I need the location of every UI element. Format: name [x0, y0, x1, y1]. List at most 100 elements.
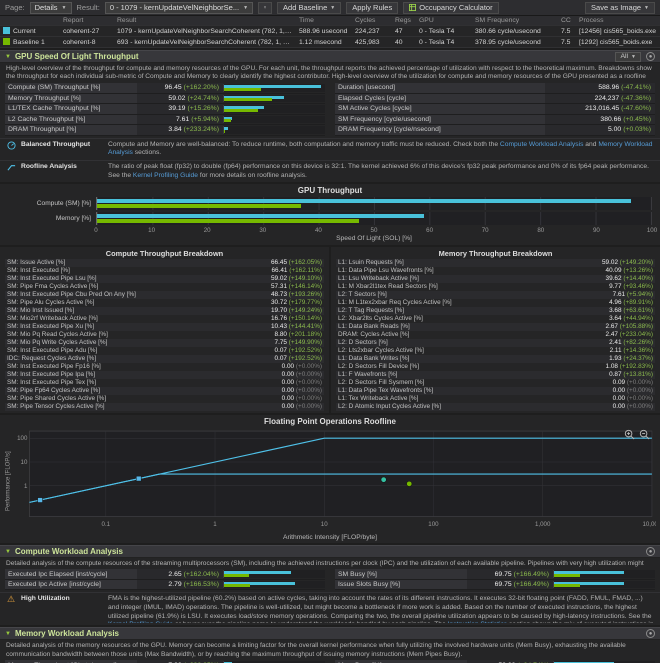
col-report: Report: [60, 17, 114, 24]
breakdown-row: L1: Lsu Writeback Active [%] 39.62 (+14.…: [336, 275, 655, 283]
collapse-arrow-icon[interactable]: ▼: [5, 54, 11, 60]
calculator-icon: [409, 4, 416, 11]
breakdown-row: L2: Xbar2lts Cycles Active [%] 3.64 (+44…: [336, 315, 655, 323]
breakdown-row: DRAM: Cycles Active [%] 2.47 (+233.04%): [336, 331, 655, 339]
y-tick-label: 100: [17, 436, 28, 443]
sol-metric-row: Compute (SM) Throughput [%] 96.45(+162.2…: [5, 83, 325, 94]
section-header-memory[interactable]: ▼ Memory Workload Analysis ●: [0, 627, 660, 640]
cell-regs: 40: [392, 39, 416, 46]
section-options-icon[interactable]: ●: [646, 52, 655, 61]
x-tick-label: 60: [426, 227, 433, 234]
sol-metric-row: Memory Throughput [%] 59.02(+24.74%): [5, 94, 325, 105]
breakdown-row: SM: Inst Executed Pipe Adu [%] 0.07 (+19…: [5, 347, 324, 355]
baseline-table-row[interactable]: Current coherent-27 1079 - kernUpdateVel…: [0, 26, 660, 37]
col-cycles: Cycles: [352, 17, 392, 24]
breakdown-row: L2: D Sectors Fill Device [%] 1.08 (+192…: [336, 363, 655, 371]
x-tick-label: 70: [482, 227, 489, 234]
gpu-throughput-x-ticks: 0102030405060708090100: [96, 227, 652, 235]
section-memory-workload: ▼ Memory Workload Analysis ● Detailed an…: [0, 627, 660, 663]
gpu-chart-bar-current: [97, 214, 424, 218]
balance-gauge-icon: [6, 141, 16, 154]
result-dropdown[interactable]: 0 - 1079 - kernUpdateVelNeighborSe... ▼: [105, 2, 253, 14]
gpu-chart-row: Compute (SM) [%]: [8, 197, 652, 210]
section-header-sol[interactable]: ▼ GPU Speed Of Light Throughput All ▼ ●: [0, 50, 660, 63]
filter-results-button[interactable]: [258, 2, 272, 14]
chevron-down-icon: ▼: [330, 5, 335, 11]
metric-bar: [223, 116, 325, 124]
breakdown-row: L1: M Xbar2l1tex Read Sectors [%] 9.77 (…: [336, 283, 655, 291]
breakdown-row: L2: T Tag Requests [%] 3.68 (+63.61%): [336, 307, 655, 315]
collapse-arrow-icon[interactable]: ▼: [5, 549, 11, 555]
x-tick-label: 50: [371, 227, 378, 234]
apply-rules-button[interactable]: Apply Rules: [346, 2, 398, 14]
gpu-throughput-plot: Compute (SM) [%] Memory [%]: [8, 197, 652, 225]
cell-time: 588.96 usecond: [296, 28, 352, 35]
compute-throughput-breakdown: Compute Throughput Breakdown SM: Issue A…: [0, 247, 329, 413]
sol-metrics: Compute (SM) Throughput [%] 96.45(+162.2…: [0, 82, 660, 138]
section-options-icon[interactable]: ●: [646, 629, 655, 638]
cell-sm-frequency: 380.66 cycle/usecond: [472, 28, 558, 35]
occupancy-calculator-button[interactable]: Occupancy Calculator: [403, 2, 498, 14]
cell-cycles: 425,983: [352, 39, 392, 46]
sol-metric-row: Elapsed Cycles [cycle] 224,237(-47.36%): [335, 94, 655, 105]
gpu-chart-bar-current: [97, 199, 631, 203]
x-tick-label: 0: [94, 227, 97, 234]
x-tick-label: 100: [647, 227, 657, 234]
baseline-table-row[interactable]: Baseline 1 coherent-8 693 - kernUpdateVe…: [0, 37, 660, 48]
roofline-svg[interactable]: 0.11101001,00010,000110100: [13, 428, 656, 534]
page-dropdown[interactable]: Details ▼: [30, 2, 72, 14]
warning-icon: ⚠: [6, 595, 16, 604]
cell-gpu: 0 - Tesla T4: [416, 39, 472, 46]
cell-process: [12456] cis565_boids.exe: [576, 28, 660, 35]
cell-result: 693 - kernUpdateVelNeighborSearchCoheren…: [114, 39, 296, 46]
roofline-chart-icon: [6, 163, 16, 176]
breakdown-row: L2: Lts2xbar Cycles Active [%] 2.11 (+14…: [336, 347, 655, 355]
compute-workload-analysis-link[interactable]: Compute Workload Analysis: [500, 141, 584, 148]
zoom-in-icon[interactable]: [624, 429, 635, 440]
col-time: Time: [296, 17, 352, 24]
x-tick-label: 80: [537, 227, 544, 234]
chart-title: GPU Throughput: [8, 186, 652, 195]
col-result: Result: [114, 17, 296, 24]
gpu-throughput-x-axis-label: Speed Of Light (SOL) [%]: [96, 235, 652, 242]
save-as-image-button[interactable]: Save as Image ▼: [585, 2, 655, 14]
sol-metric-row: Duration [usecond] 588.96(-47.41%): [335, 83, 655, 94]
breakdown-row: SM: Pipe Fma Cycles Active [%] 57.31 (+1…: [5, 283, 324, 291]
add-baseline-button[interactable]: Add Baseline ▼: [277, 2, 341, 14]
breakdown-row: SM: Mio Pq Read Cycles Active [%] 8.80 (…: [5, 331, 324, 339]
cell-report: coherent-27: [60, 28, 114, 35]
kernel-profiling-guide-link[interactable]: Kernel Profiling Guide: [133, 172, 198, 179]
cell-gpu: 0 - Tesla T4: [416, 28, 472, 35]
breakdown-row: SM: Inst Executed Pipe Ipa [%] 0.00 (+0.…: [5, 371, 324, 379]
compute-metric-row: Issue Slots Busy [%] 69.75(+166.49%): [335, 580, 655, 591]
breakdown-row: L1: M L1tex2xbar Req Cycles Active [%] 4…: [336, 299, 655, 307]
gpu-chart-bar-baseline-1: [97, 219, 359, 223]
cell-regs: 47: [392, 28, 416, 35]
breakdown-row: SM: Inst Executed [%] 66.41 (+162.11%): [5, 267, 324, 275]
instruction-statistics-link[interactable]: Instruction Statistics: [448, 621, 507, 623]
gpu-chart-row: Memory [%]: [8, 212, 652, 225]
sol-metric-row: L1/TEX Cache Throughput [%] 39.19(+15.26…: [5, 104, 325, 115]
kernel-profiling-guide-link[interactable]: Kernel Profiling Guide: [108, 621, 173, 623]
x-tick-label: 10: [148, 227, 155, 234]
chevron-down-icon: ▼: [644, 5, 649, 11]
col-sm-frequency: SM Frequency: [472, 17, 558, 24]
cell-process: [1292] cis565_boids.exe: [576, 39, 660, 46]
roofline-chart-panel: Floating Point Operations Roofline Perfo…: [0, 415, 660, 543]
sol-filter-dropdown[interactable]: All ▼: [615, 52, 641, 62]
gpu-chart-plot-area: [96, 212, 652, 225]
memory-throughput-breakdown: Memory Throughput Breakdown L1: Lsuin Re…: [331, 247, 660, 413]
zoom-out-icon[interactable]: [639, 429, 650, 440]
metric-bar: [223, 105, 325, 113]
metric-bar: [223, 95, 325, 103]
chart-title: Floating Point Operations Roofline: [4, 417, 656, 426]
cell-time: 1.12 msecond: [296, 39, 352, 46]
section-title: Memory Workload Analysis: [15, 629, 119, 638]
breakdown-row: L2: D Sectors [%] 2.41 (+82.26%): [336, 339, 655, 347]
section-header-compute[interactable]: ▼ Compute Workload Analysis ●: [0, 545, 660, 558]
collapse-arrow-icon[interactable]: ▼: [5, 631, 11, 637]
baseline-color-swatch: [3, 27, 10, 34]
roofline-x-axis-label: Arithmetic Intensity [FLOP/byte]: [4, 534, 656, 541]
high-utilization-warning: ⚠ High Utilization FMA is the highest-ut…: [0, 592, 660, 625]
section-options-icon[interactable]: ●: [646, 547, 655, 556]
